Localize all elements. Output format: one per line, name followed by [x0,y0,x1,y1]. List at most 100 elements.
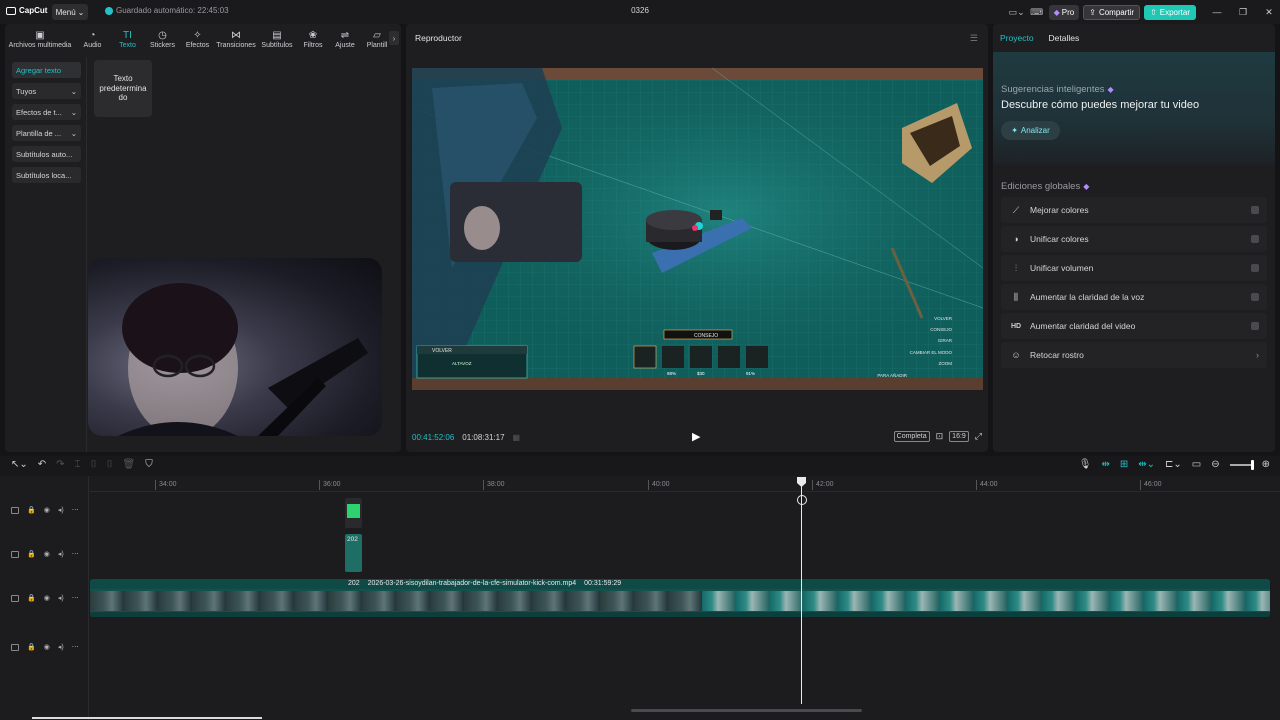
main-video-clip[interactable]: 202 2026-03-26-sisoydilan-trabajador-de-… [90,579,1270,617]
more-icon[interactable]: ⋯ [72,643,79,651]
timeline-scrollbar[interactable] [631,709,862,712]
eye-icon[interactable]: ◉ [44,550,50,558]
analyze-button[interactable]: ✦ Analizar [1001,121,1060,140]
fullscreen-icon[interactable]: ⤢ [975,431,982,442]
menu-text-effects[interactable]: Efectos de t... ⌄ [12,104,81,120]
global-item-voice-clarity[interactable]: ⫼ Aumentar la claridad de la voz [1001,284,1267,310]
tabs-more-button[interactable]: › [389,31,399,45]
tab-project[interactable]: Proyecto [1000,33,1034,43]
timeline-ruler[interactable]: 34:00 36:00 38:00 40:00 42:00 44:00 46:0… [90,476,1280,492]
playhead-marker-icon [797,495,807,505]
more-icon[interactable]: ⋯ [72,550,79,558]
quality-button[interactable]: Completa [893,431,930,442]
chevron-right-icon: › [1256,350,1259,360]
split-icon[interactable]: ⌶ [75,459,81,470]
hud-back-label: VOLVER [432,348,452,354]
overlay-clip[interactable] [345,498,362,528]
close-icon[interactable]: ✕ [1258,4,1280,20]
track-cover-icon[interactable] [11,550,19,558]
zoom-slider-knob[interactable] [1250,459,1254,470]
global-item-face-retouch[interactable]: ☺ Retocar rostro › [1001,342,1267,368]
minimize-icon[interactable]: — [1206,4,1228,20]
global-item-unify-colors[interactable]: ◑ Unificar colores [1001,226,1267,252]
select-tool-icon[interactable]: ↖⌄ [11,459,28,470]
marker-icon[interactable]: ⛉ [145,459,153,470]
menu-yours[interactable]: Tuyos ⌄ [12,83,81,99]
zoom-in-icon[interactable]: ⊕ [1262,459,1270,470]
magnet-icon[interactable]: ⊞ [1120,459,1128,470]
speaker-icon[interactable]: ◂) [58,550,64,558]
menu-auto-subtitles[interactable]: Subtítulos auto... [12,146,81,162]
share-button[interactable]: ⇪ Compartir [1083,4,1141,20]
speaker-icon[interactable]: ◂) [58,506,64,514]
play-icon[interactable]: ▶ [692,430,700,443]
tab-effects[interactable]: ✧ Efectos [180,26,215,52]
shortcuts-icon[interactable]: ⌨ [1029,5,1045,19]
layout-icon[interactable]: ▭⌄ [1009,5,1025,19]
delete-icon[interactable]: 🗑 [123,459,136,470]
video-preview[interactable]: VOLVER ALTAVOZ CONSEJO 98% $30 91% VOLVE… [412,68,983,390]
default-text-card[interactable]: Texto predetermina do [94,60,152,117]
tab-text[interactable]: TI Texto [110,26,145,52]
menu-text-templates[interactable]: Plantilla de ... ⌄ [12,125,81,141]
more-icon[interactable]: ⋯ [72,506,79,514]
tab-adjust[interactable]: ⇌ Ajuste [329,26,361,52]
menu-add-text[interactable]: Agregar texto [12,62,81,78]
taskbar-indicator [32,717,262,719]
preview-axis-icon[interactable]: ⊏⌄ [1165,459,1182,470]
global-item-enhance-colors[interactable]: ⟋ Mejorar colores [1001,197,1267,223]
tab-filters[interactable]: ❀ Filtros [297,26,329,52]
autosave-status: Guardado automático: 22:45:03 [105,6,229,15]
timeline-icon[interactable]: ▦ [513,433,521,442]
eye-icon[interactable]: ◉ [44,594,50,602]
tab-transitions[interactable]: ⋈ Transiciones [215,26,257,52]
global-item-video-clarity[interactable]: HD Aumentar claridad del video [1001,313,1267,339]
playhead[interactable] [801,478,802,704]
more-icon[interactable]: ⋯ [72,594,79,602]
crop-icon[interactable]: ⊡ [936,431,944,442]
overlay-clip[interactable]: 202 [345,534,362,572]
toggle[interactable] [1251,293,1259,301]
lock-icon[interactable]: 🔒 [27,506,36,514]
pro-button[interactable]: ◆ Pro [1048,4,1080,20]
split-right-icon[interactable]: ⌷ [107,459,113,470]
eye-icon[interactable]: ◉ [44,643,50,651]
hamburger-icon[interactable]: ☰ [970,33,978,44]
restore-icon[interactable]: ❐ [1232,4,1254,20]
export-button[interactable]: ⇧ Exportar [1144,4,1196,20]
tab-audio[interactable]: ◔ Audio [75,26,110,52]
toggle[interactable] [1251,264,1259,272]
tab-subtitles[interactable]: ▤ Subtítulos [257,26,297,52]
track-cover-icon[interactable] [11,594,19,602]
redo-icon[interactable]: ↷ [56,459,64,470]
link-icon[interactable]: ⇹ [1101,459,1109,470]
undo-icon[interactable]: ↶ [38,459,46,470]
zoom-slider[interactable] [1229,459,1254,470]
speaker-icon[interactable]: ◂) [58,643,64,651]
tab-stickers[interactable]: ◷ Stickers [145,26,180,52]
toggle[interactable] [1251,206,1259,214]
toggle[interactable] [1251,322,1259,330]
tab-media[interactable]: ▣ Archivos multimedia [5,26,75,52]
lock-icon[interactable]: 🔒 [27,594,36,602]
lock-icon[interactable]: 🔒 [27,550,36,558]
eye-icon[interactable]: ◉ [44,506,50,514]
diamond-icon: ◆ [1107,85,1114,94]
caption-icon[interactable]: ▭ [1192,459,1201,470]
global-item-unify-volume[interactable]: ⫶ Unificar volumen [1001,255,1267,281]
lock-icon[interactable]: 🔒 [27,643,36,651]
track-cover-icon[interactable] [11,643,19,651]
timeline[interactable]: 34:00 36:00 38:00 40:00 42:00 44:00 46:0… [0,476,1280,720]
microphone-icon[interactable]: 🎙 [1079,459,1092,470]
ratio-button[interactable]: 16:9 [949,431,969,442]
menu-local-subtitles[interactable]: Subtítulos loca... [12,167,81,183]
chevron-down-icon: ⌄ [70,86,77,96]
track-cover-icon[interactable] [11,506,19,514]
snap-icon[interactable]: ⇹⌄ [1138,459,1155,470]
toggle[interactable] [1251,235,1259,243]
tab-details[interactable]: Detalles [1049,33,1080,43]
menu-button[interactable]: Menú ⌄ [52,4,88,20]
split-left-icon[interactable]: ⌷ [91,459,97,470]
zoom-out-icon[interactable]: ⊖ [1211,459,1219,470]
speaker-icon[interactable]: ◂) [58,594,64,602]
